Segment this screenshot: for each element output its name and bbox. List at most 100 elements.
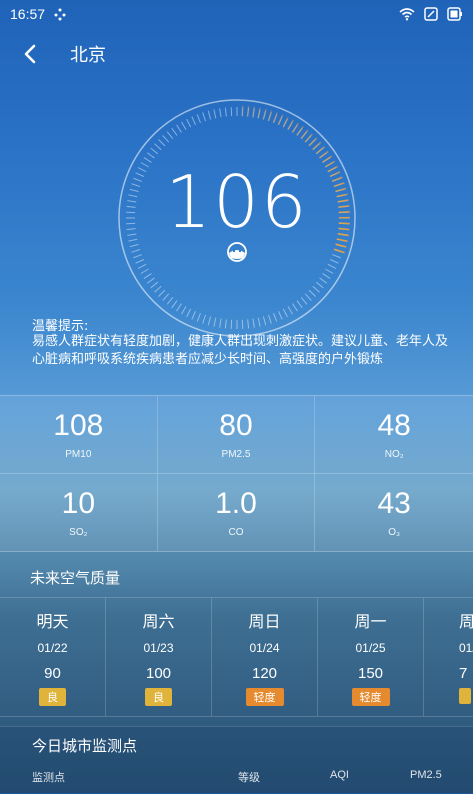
pollutant-co: 1.0 CO — [158, 474, 316, 552]
dial-progress-tick — [313, 142, 321, 149]
dial-tick — [220, 108, 221, 117]
forecast-item[interactable]: 明天 01/22 90 良 — [0, 598, 106, 716]
dial-tick — [144, 274, 152, 279]
forecast-level-badge: 良 — [39, 688, 66, 706]
dial-tick — [309, 290, 315, 296]
pollutant-label: SO₂ — [69, 527, 87, 538]
pollutant-value: 48 — [377, 409, 410, 443]
dial-tick — [225, 108, 226, 117]
aqi-value: 106 — [117, 160, 357, 244]
city-title: 北京 — [70, 41, 106, 67]
dial-tick — [297, 301, 302, 308]
monitor-title: 今日城市监测点 — [32, 735, 137, 756]
dial-progress-tick — [297, 126, 303, 135]
column-pm25: PM2.5 — [410, 769, 442, 781]
dial-tick — [130, 244, 139, 246]
dial-progress-tick — [336, 244, 347, 247]
dial-tick — [177, 304, 182, 312]
dial-progress-tick — [268, 110, 271, 120]
dial-progress-tick — [247, 106, 248, 117]
dial-tick — [214, 318, 216, 327]
dial-progress-tick — [319, 151, 328, 157]
battery-icon — [447, 7, 463, 21]
pollutant-label: O₃ — [388, 527, 400, 538]
dial-tick — [293, 304, 298, 312]
pollutant-value: 108 — [53, 409, 103, 443]
forecast-list[interactable]: 明天 01/22 90 良 周六 01/23 100 良 周日 01/24 12… — [0, 597, 473, 717]
dial-tick — [328, 264, 336, 268]
forecast-item[interactable]: 周一 01/25 150 轻度 — [318, 598, 424, 716]
dial-progress-tick — [253, 106, 255, 117]
column-station: 监测点 — [32, 769, 65, 785]
dial-tick — [197, 114, 200, 122]
dial-tick — [208, 317, 210, 326]
dial-tick — [133, 255, 141, 258]
dial-tick — [301, 297, 307, 304]
dial-progress-tick — [309, 138, 317, 146]
dial-tick — [316, 282, 323, 288]
forecast-aqi: 7 — [459, 665, 467, 682]
forecast-date: 01/24 — [249, 641, 279, 655]
dial-tick — [187, 309, 191, 317]
forecast-item[interactable]: 周日 01/24 120 轻度 — [212, 598, 318, 716]
dial-tick — [197, 313, 200, 321]
dial-tick — [225, 319, 226, 328]
dial-tick — [151, 282, 158, 288]
forecast-level-badge: 良 — [145, 688, 172, 706]
dial-tick — [131, 250, 140, 253]
dial-tick — [274, 313, 277, 321]
forecast-level-badge: 轻度 — [246, 688, 284, 706]
dial-tick — [187, 119, 191, 127]
chevron-left-icon — [22, 43, 38, 65]
wifi-icon — [399, 7, 415, 21]
forecast-date: 01/ — [459, 641, 473, 655]
dial-tick — [269, 315, 272, 324]
pollutant-pm25: 80 PM2.5 — [158, 396, 316, 474]
dial-tick — [220, 319, 221, 328]
pollutant-label: NO₂ — [385, 449, 404, 460]
dial-tick — [155, 144, 162, 150]
status-time: 16:57 — [10, 6, 45, 22]
forecast-aqi: 150 — [358, 665, 383, 682]
dial-tick — [141, 269, 149, 274]
dial-tick — [288, 306, 293, 314]
dial-tick — [136, 259, 144, 263]
dial-tick — [182, 122, 187, 130]
column-aqi: AQI — [330, 769, 349, 781]
dial-progress-tick — [301, 130, 308, 139]
forecast-level-badge — [459, 688, 471, 704]
forecast-date: 01/22 — [37, 641, 67, 655]
pollutant-no2: 48 NO₂ — [315, 396, 473, 474]
dial-tick — [253, 319, 254, 328]
signal-icon — [423, 7, 439, 21]
dial-tick — [258, 318, 260, 327]
pollutant-o3: 43 O₃ — [315, 474, 473, 552]
dial-tick — [138, 264, 146, 268]
column-level: 等级 — [238, 769, 260, 785]
pollutant-grid: 108 PM10 80 PM2.5 48 NO₂ 10 SO₂ 1.0 CO 4… — [0, 395, 473, 552]
dial-tick — [278, 311, 282, 319]
forecast-item-partial[interactable]: 周 01/ 7 — [424, 598, 473, 716]
dial-tick — [208, 111, 210, 120]
forecast-date: 01/25 — [355, 641, 385, 655]
back-button[interactable] — [22, 36, 62, 72]
forecast-day: 周一 — [354, 608, 386, 632]
forecast-level-badge: 轻度 — [352, 688, 390, 706]
dial-tick — [159, 290, 165, 296]
status-bar: 16:57 — [0, 0, 473, 28]
dial-tick — [330, 259, 338, 263]
dial-tick — [147, 278, 154, 283]
forecast-day: 明天 — [36, 608, 68, 632]
dial-tick — [172, 128, 177, 135]
dial-tick — [147, 153, 154, 158]
dial-progress-tick — [263, 109, 266, 120]
forecast-title: 未来空气质量 — [30, 567, 120, 588]
dial-tick — [192, 311, 196, 319]
dial-tick — [167, 132, 173, 139]
forecast-aqi: 120 — [252, 665, 277, 682]
forecast-day: 周 — [459, 608, 473, 632]
dial-tick — [325, 269, 333, 274]
pollutant-value: 80 — [219, 409, 252, 443]
dial-progress-tick — [242, 105, 243, 116]
forecast-item[interactable]: 周六 01/23 100 良 — [106, 598, 212, 716]
